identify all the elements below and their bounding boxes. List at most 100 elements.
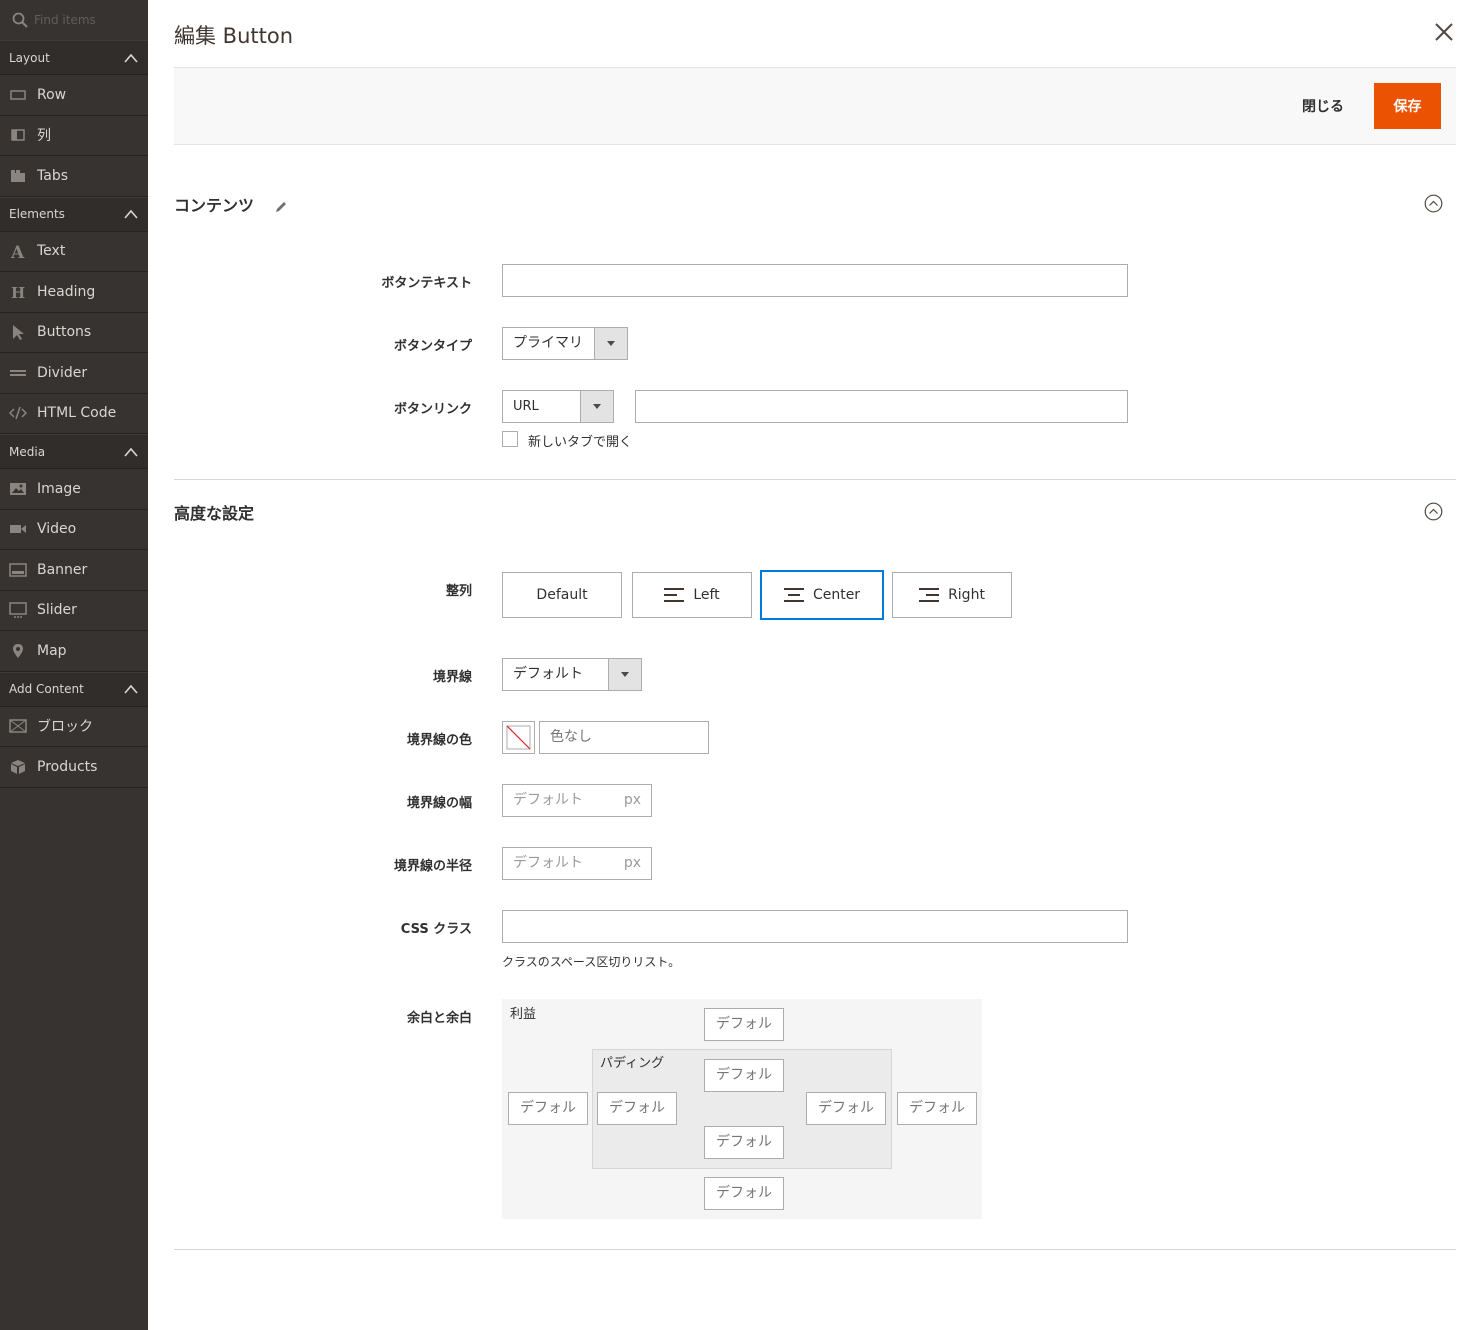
border-color-label: 境界線の色 [406,733,472,748]
border-radius-input[interactable]: デフォルト px [502,847,652,880]
margin-left-input[interactable]: デフォル [508,1092,588,1125]
dropdown-arrow-icon [608,659,641,690]
content-section-title[interactable]: コンテンツ [174,192,288,216]
border-width-input[interactable]: デフォルト px [502,784,652,817]
map-pin-icon [9,643,27,659]
heading-icon: H [9,284,27,300]
margin-bottom-input[interactable]: デフォル [704,1177,784,1210]
sidebar: Layout Row 列 Tabs Elements A Text H Headin… [0,0,148,1330]
unit-label: px [623,792,641,808]
group-label: Media [9,444,46,459]
sidebar-item-slider[interactable]: Slider [0,591,148,631]
group-add-content[interactable]: Add Content [0,671,148,707]
align-label: Right [948,587,985,603]
align-label: Center [812,587,861,603]
input-placeholder: デフォルト [513,855,583,871]
close-button[interactable]: 閉じる [1302,96,1344,116]
slider-icon [9,602,27,619]
sidebar-item-divider[interactable]: Divider [0,353,148,394]
group-media[interactable]: Media [0,434,148,469]
align-default-button[interactable]: Default [502,572,622,618]
align-center-button[interactable]: Center [760,570,884,620]
tabs-icon [9,168,27,184]
group-label: Add Content [9,682,84,696]
new-tab-checkbox[interactable] [502,431,518,447]
align-right-button[interactable]: Right [892,572,1012,618]
sidebar-item-label: Text [37,243,66,260]
image-icon [9,481,27,497]
pencil-icon[interactable] [274,200,288,214]
collapse-icon[interactable] [1424,502,1443,521]
css-class-input[interactable] [502,910,1128,943]
padding-right-input[interactable]: デフォル [806,1092,886,1125]
advanced-section-title[interactable]: 高度な設定 [174,500,254,524]
save-button[interactable]: 保存 [1374,83,1441,129]
border-width-label: 境界線の幅 [406,796,472,811]
margin-box: 利益 デフォル デフォル デフォル デフォル パディング デフォル デフォル デ… [502,999,982,1219]
select-value: URL [513,399,539,414]
sidebar-item-text[interactable]: A Text [0,232,148,272]
sidebar-item-image[interactable]: Image [0,469,148,510]
search-input[interactable] [34,10,142,30]
button-type-label: ボタンタイプ [393,339,472,354]
border-select[interactable]: デフォルト [502,658,642,691]
sidebar-item-video[interactable]: Video [0,510,148,550]
color-swatch[interactable] [502,721,535,754]
button-type-select[interactable]: プライマリ [502,327,628,360]
alignment-label: 整列 [445,584,472,599]
sidebar-item-label: Row [37,86,67,103]
padding-top-input[interactable]: デフォル [704,1059,784,1092]
align-center-icon [783,588,804,602]
sidebar-item-map[interactable]: Map [0,631,148,672]
button-text-input[interactable] [502,264,1128,297]
padding-left-input[interactable]: デフォル [597,1092,677,1125]
sidebar-item-column[interactable]: 列 [0,116,148,156]
video-icon [9,521,27,537]
button-text-label: ボタンテキスト [381,276,472,291]
select-value: デフォルト [513,666,583,682]
dropdown-arrow-icon [580,391,613,422]
link-type-select[interactable]: URL [502,390,614,423]
sidebar-item-html-code[interactable]: HTML Code [0,394,148,434]
margin-top-input[interactable]: デフォル [704,1008,784,1041]
close-icon[interactable] [1434,22,1454,42]
sidebar-item-block[interactable]: ブロック [0,707,148,747]
sidebar-item-banner[interactable]: Banner [0,550,148,591]
dropdown-arrow-icon [594,328,627,359]
block-icon [9,718,27,734]
chevron-up-icon [124,209,138,219]
text-icon: A [9,243,27,259]
unit-label: px [623,855,641,871]
sidebar-item-label: HTML Code [37,405,117,422]
group-layout[interactable]: Layout [0,40,148,75]
padding-bottom-input[interactable]: デフォル [704,1126,784,1159]
align-label: Default [536,587,588,603]
spacing-label: 余白と余白 [406,1011,472,1026]
padding-label: パディング [600,1056,665,1071]
products-icon [9,759,27,775]
pointer-icon [9,324,27,341]
padding-box: パディング デフォル デフォル デフォル デフォル [592,1049,892,1169]
sidebar-item-heading[interactable]: H Heading [0,272,148,313]
collapse-icon[interactable] [1424,194,1443,213]
sidebar-item-row[interactable]: Row [0,75,148,116]
align-left-button[interactable]: Left [632,572,752,618]
edit-modal: 編集 Button 閉じる 保存 コンテンツ ボタンテキスト ボタンタイプ プラ… [148,0,1482,1330]
code-icon [9,405,27,421]
sidebar-item-label: ブロック [37,719,93,736]
chevron-up-icon [124,53,138,63]
align-right-icon [919,588,940,602]
action-bar: 閉じる 保存 [174,67,1456,145]
sidebar-item-products[interactable]: Products [0,747,148,788]
sidebar-item-label: Products [37,758,98,775]
select-value: プライマリ [513,335,583,351]
sidebar-search [0,0,148,40]
border-color-input[interactable]: 色なし [539,721,709,754]
margin-right-input[interactable]: デフォル [897,1092,977,1125]
group-label: Layout [9,50,50,65]
search-icon [12,12,28,28]
sidebar-item-tabs[interactable]: Tabs [0,156,148,197]
sidebar-item-buttons[interactable]: Buttons [0,313,148,353]
button-link-input[interactable] [635,390,1128,423]
group-elements[interactable]: Elements [0,196,148,232]
